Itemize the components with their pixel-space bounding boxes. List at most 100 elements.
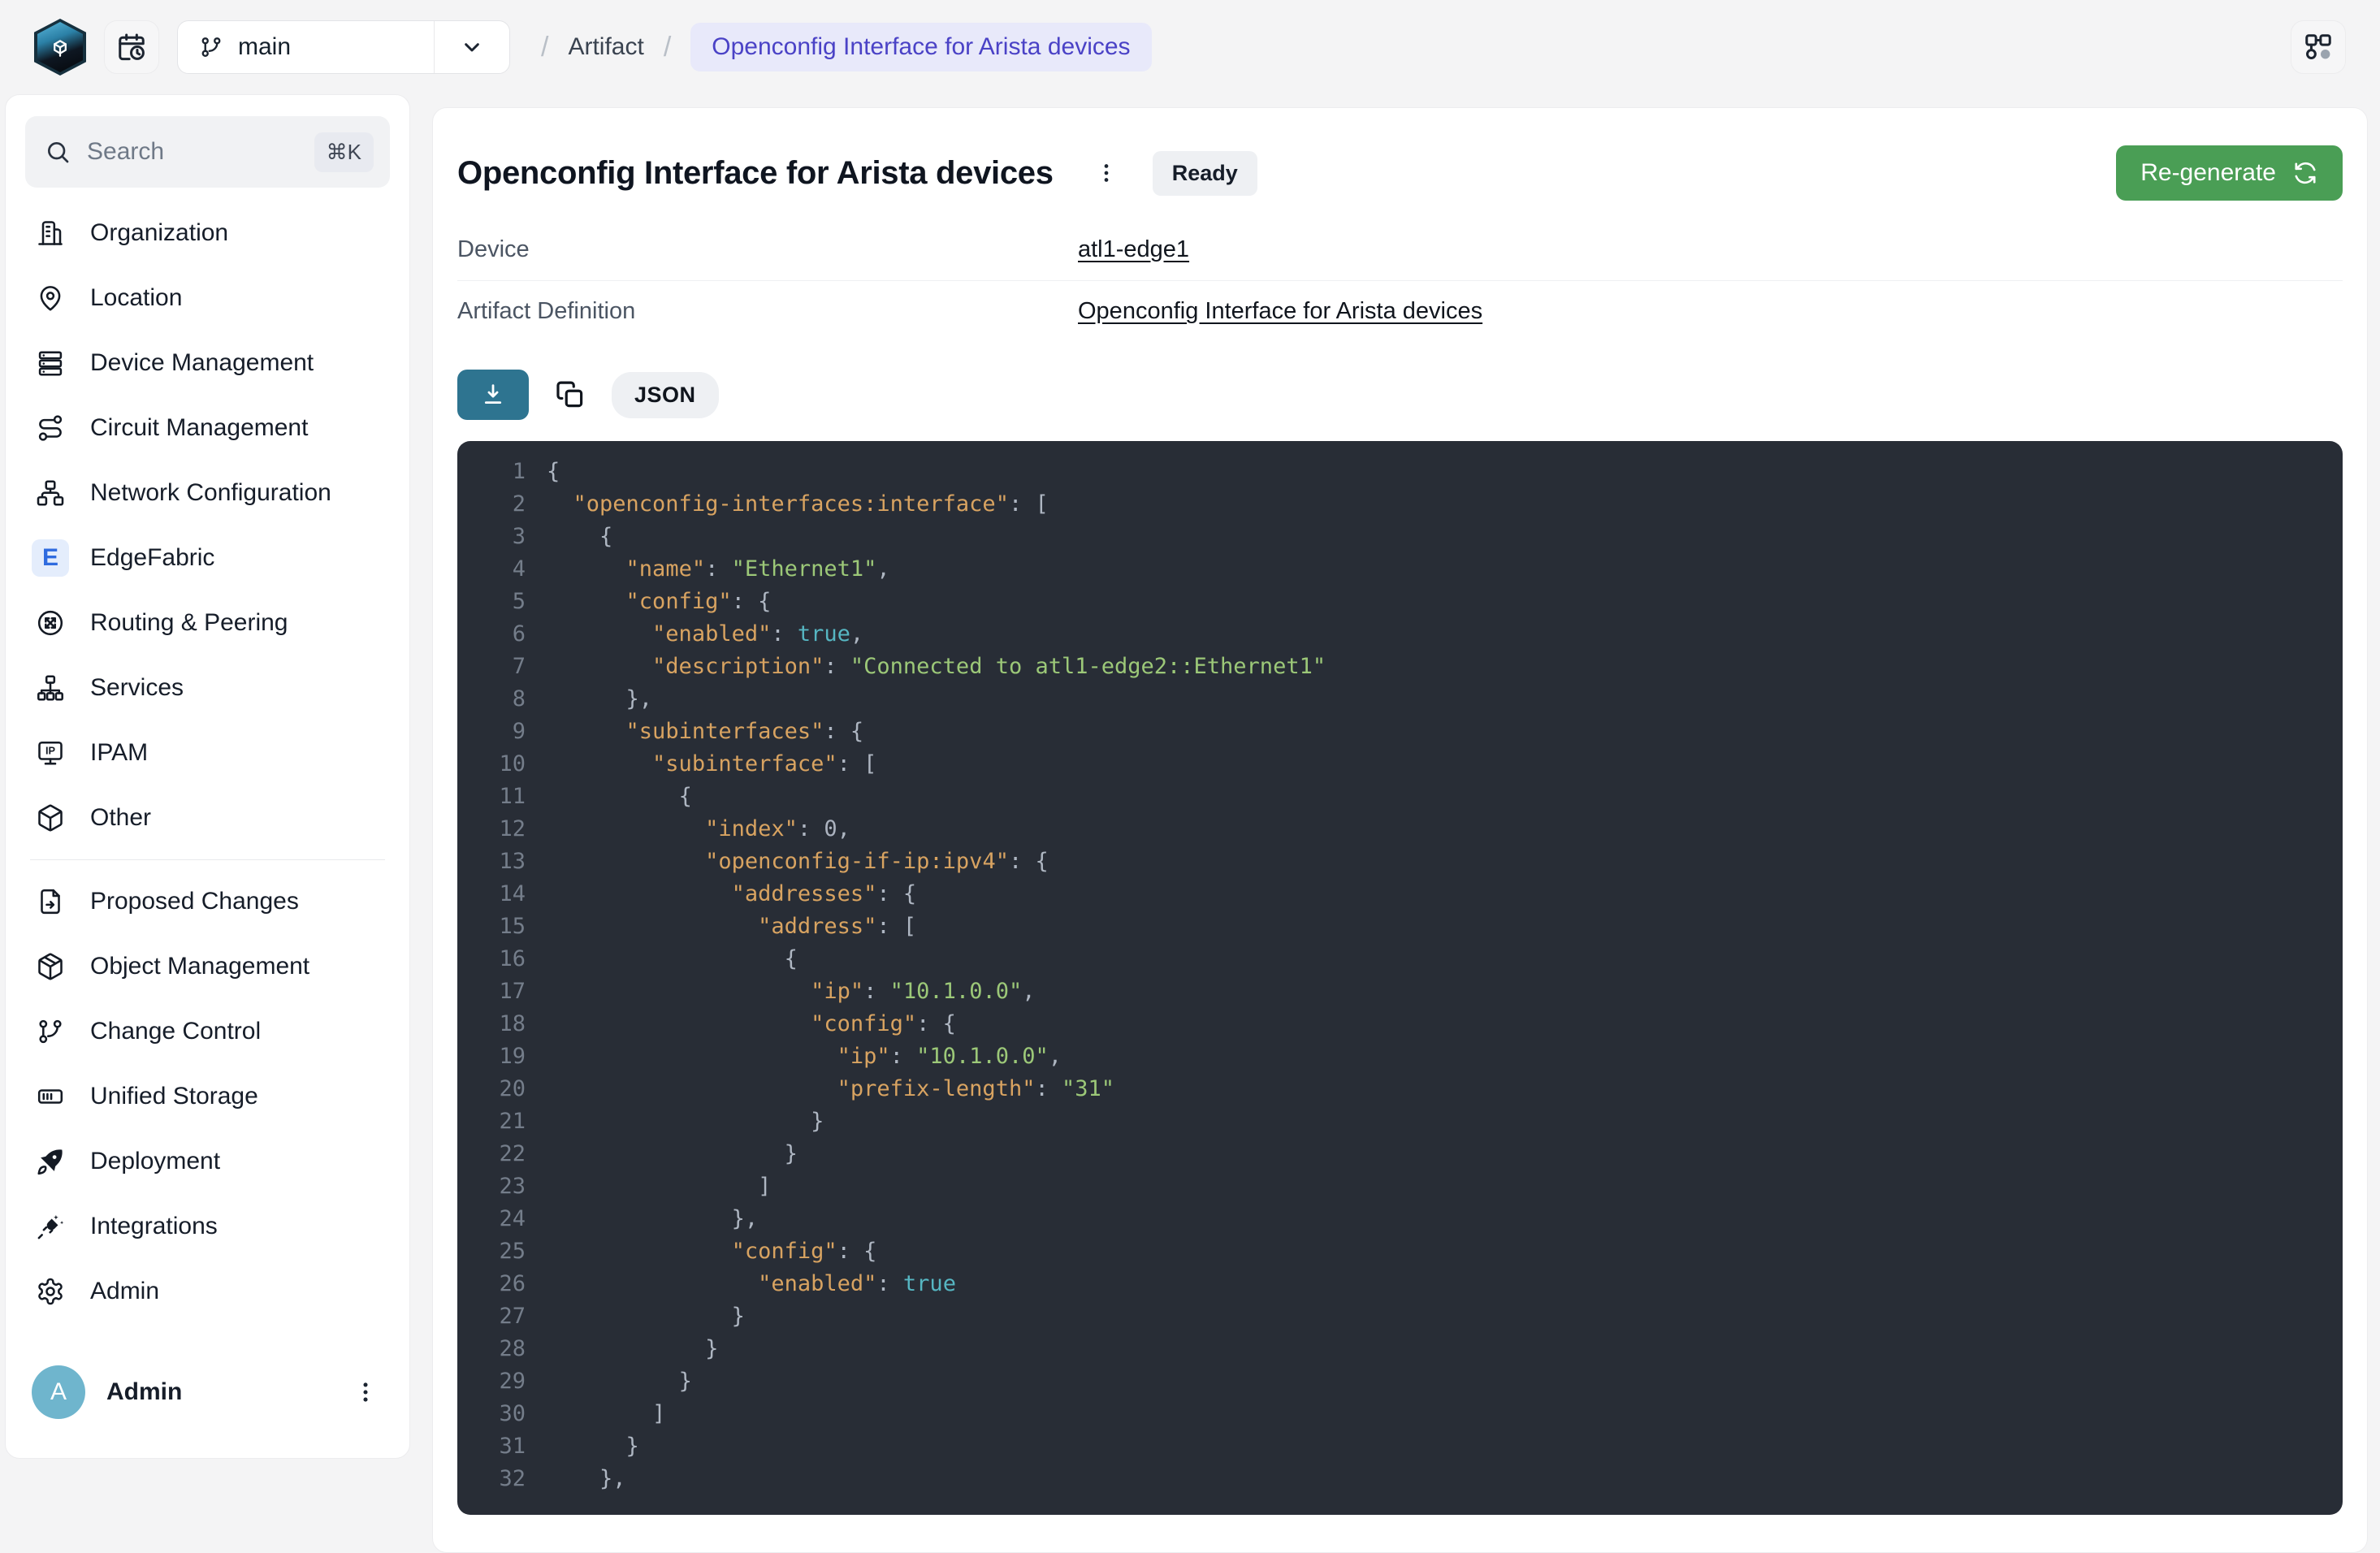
sidebar-item-network-configuration[interactable]: Network Configuration	[25, 461, 390, 526]
copy-icon	[555, 379, 586, 410]
line-number: 12	[457, 813, 526, 846]
line-content: },	[526, 1463, 626, 1495]
copy-button[interactable]	[555, 379, 586, 410]
line-number: 19	[457, 1040, 526, 1073]
code-line: 1 {	[457, 456, 2343, 488]
user-menu-button[interactable]	[348, 1374, 383, 1410]
sidebar-item-label: Circuit Management	[90, 414, 308, 442]
code-line: 13 "openconfig-if-ip:ipv4": {	[457, 846, 2343, 878]
building-icon	[35, 218, 66, 249]
workflow-icon	[2303, 32, 2334, 63]
sidebar-item-integrations[interactable]: Integrations	[25, 1194, 390, 1259]
sidebar-item-label: Deployment	[90, 1148, 220, 1175]
field-value-link[interactable]: atl1-edge1	[1078, 236, 1189, 263]
sidebar-item-label: IPAM	[90, 739, 148, 767]
sidebar-item-unified-storage[interactable]: Unified Storage	[25, 1064, 390, 1129]
sidebar-item-circuit-management[interactable]: Circuit Management	[25, 396, 390, 461]
line-number: 1	[457, 456, 526, 488]
code-line: 29 }	[457, 1365, 2343, 1398]
line-content: "subinterface": [	[526, 748, 876, 781]
breadcrumb-current[interactable]: Openconfig Interface for Arista devices	[690, 23, 1151, 71]
sidebar-item-admin[interactable]: Admin	[25, 1259, 390, 1324]
app-logo[interactable]	[34, 19, 86, 76]
code-line: 19 "ip": "10.1.0.0",	[457, 1040, 2343, 1073]
code-line: 9 "subinterfaces": {	[457, 716, 2343, 748]
code-line: 27 }	[457, 1300, 2343, 1333]
code-line: 17 "ip": "10.1.0.0",	[457, 975, 2343, 1008]
search-icon	[45, 139, 71, 165]
calendar-button[interactable]	[104, 20, 159, 74]
sidebar-item-services[interactable]: Services	[25, 655, 390, 720]
line-content: },	[526, 683, 652, 716]
line-number: 27	[457, 1300, 526, 1333]
line-content: ]	[526, 1170, 771, 1203]
code-toolbar: JSON	[457, 370, 2343, 420]
field-value-link[interactable]: Openconfig Interface for Arista devices	[1078, 298, 1482, 325]
line-number: 3	[457, 521, 526, 553]
download-button[interactable]	[457, 370, 529, 420]
line-number: 11	[457, 781, 526, 813]
sidebar-item-change-control[interactable]: Change Control	[25, 999, 390, 1064]
code-line: 31 }	[457, 1430, 2343, 1463]
sidebar-item-label: Integrations	[90, 1213, 218, 1240]
page-title: Openconfig Interface for Arista devices	[457, 155, 1054, 192]
code-viewer: 1 { 2 "openconfig-interfaces:interface":…	[457, 441, 2343, 1515]
artifact-fields: Device atl1-edge1 Artifact Definition Op…	[457, 218, 2343, 342]
user-name: Admin	[106, 1378, 182, 1406]
line-content: "addresses": {	[526, 878, 916, 911]
topology-button[interactable]	[2291, 20, 2346, 74]
line-number: 28	[457, 1333, 526, 1365]
code-line: 11 {	[457, 781, 2343, 813]
code-line: 20 "prefix-length": "31"	[457, 1073, 2343, 1105]
branch-selector[interactable]: main	[177, 20, 510, 74]
rocket-icon	[35, 1146, 66, 1177]
storage-icon	[35, 1081, 66, 1112]
line-content: "config": {	[526, 1008, 956, 1040]
ipam-icon: IP	[35, 738, 66, 768]
code-line: 18 "config": {	[457, 1008, 2343, 1040]
title-menu-button[interactable]	[1091, 158, 1122, 188]
route-icon	[35, 413, 66, 443]
sidebar-item-deployment[interactable]: Deployment	[25, 1129, 390, 1194]
code-line: 28 }	[457, 1333, 2343, 1365]
sidebar-item-location[interactable]: Location	[25, 266, 390, 331]
sidebar-item-object-management[interactable]: Object Management	[25, 934, 390, 999]
svg-text:IP: IP	[45, 745, 56, 757]
sidebar-item-edgefabric[interactable]: E EdgeFabric	[25, 526, 390, 590]
sidebar-item-ipam[interactable]: IP IPAM	[25, 720, 390, 785]
network-icon	[35, 478, 66, 508]
breadcrumb-artifact[interactable]: Artifact	[568, 33, 643, 61]
sidebar-group-divider	[30, 859, 385, 860]
regenerate-button[interactable]: Re-generate	[2116, 145, 2343, 201]
sidebar-item-label: Location	[90, 284, 182, 312]
sidebar-item-device-management[interactable]: Device Management	[25, 331, 390, 396]
user-row[interactable]: A Admin	[25, 1365, 390, 1419]
line-number: 2	[457, 488, 526, 521]
line-number: 8	[457, 683, 526, 716]
code-line: 6 "enabled": true,	[457, 618, 2343, 651]
line-content: }	[526, 1430, 639, 1463]
search-input[interactable]: Search ⌘K	[25, 116, 390, 188]
line-number: 17	[457, 975, 526, 1008]
sidebar-item-label: Services	[90, 674, 184, 702]
line-number: 20	[457, 1073, 526, 1105]
line-content: {	[526, 781, 692, 813]
line-number: 31	[457, 1430, 526, 1463]
field-label: Artifact Definition	[457, 298, 1078, 325]
sidebar-item-other[interactable]: Other	[25, 785, 390, 850]
sidebar-item-label: Routing & Peering	[90, 609, 288, 637]
sidebar-item-proposed-changes[interactable]: Proposed Changes	[25, 869, 390, 934]
code-line: 26 "enabled": true	[457, 1268, 2343, 1300]
git-branch-icon	[199, 35, 223, 59]
main-panel: Openconfig Interface for Arista devices …	[432, 107, 2368, 1553]
line-number: 22	[457, 1138, 526, 1170]
line-number: 26	[457, 1268, 526, 1300]
sidebar-item-organization[interactable]: Organization	[25, 201, 390, 266]
line-content: "enabled": true,	[526, 618, 863, 651]
breadcrumb-separator: /	[664, 32, 671, 63]
sidebar-item-label: Change Control	[90, 1018, 261, 1045]
breadcrumb: / Artifact / Openconfig Interface for Ar…	[541, 23, 1152, 71]
sidebar-item-routing-peering[interactable]: Routing & Peering	[25, 590, 390, 655]
sidebar: Search ⌘K Organization Location Device M…	[5, 94, 410, 1459]
search-placeholder: Search	[87, 138, 298, 166]
